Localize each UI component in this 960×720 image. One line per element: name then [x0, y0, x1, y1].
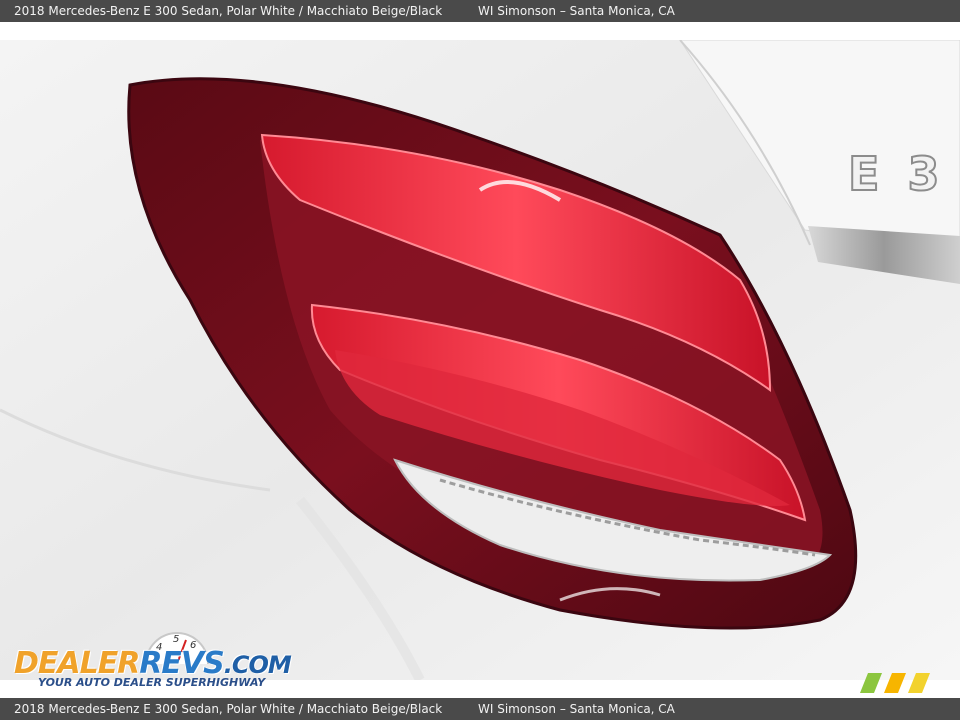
vehicle-caption: 2018 Mercedes-Benz E 300 Sedan, Polar Wh…	[14, 702, 443, 716]
model-badge: E 3	[848, 147, 945, 201]
bottom-caption-bar: 2018 Mercedes-Benz E 300 Sedan, Polar Wh…	[0, 698, 960, 720]
vehicle-caption: 2018 Mercedes-Benz E 300 Sedan, Polar Wh…	[14, 4, 443, 18]
dealer-caption: WI Simonson – Santa Monica, CA	[478, 4, 675, 18]
gauge-digit: 5	[173, 634, 179, 645]
mmm-brand-icon	[860, 673, 930, 693]
top-caption-bar: 2018 Mercedes-Benz E 300 Sedan, Polar Wh…	[0, 0, 960, 22]
dealerrevs-watermark: 4 5 6 DEALERREVS.COM YOUR AUTO DEALER SU…	[12, 626, 292, 692]
dealer-caption: WI Simonson – Santa Monica, CA	[478, 702, 675, 716]
vehicle-photo: E 3	[0, 40, 960, 680]
logo-part-com: .COM	[223, 651, 292, 679]
logo-tagline: YOUR AUTO DEALER SUPERHIGHWAY	[38, 676, 266, 689]
